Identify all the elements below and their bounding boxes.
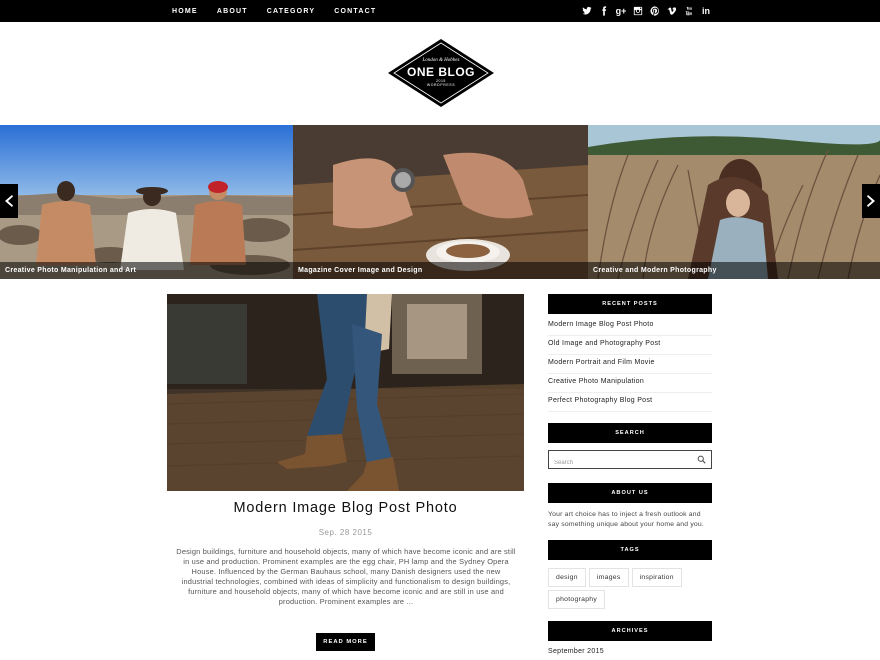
logo-title: ONE BLOG [406, 65, 475, 79]
logo-subtitle: WORDPRESS [426, 83, 456, 87]
recent-post-link[interactable]: Modern Portrait and Film Movie [548, 355, 712, 374]
nav-contact[interactable]: CONTACT [334, 8, 376, 15]
read-more-button[interactable]: READ MORE [316, 633, 375, 651]
slide-1[interactable]: Creative Photo Manipulation and Art [0, 125, 293, 279]
slider-prev-button[interactable] [0, 184, 18, 218]
recent-post-link[interactable]: Perfect Photography Blog Post [548, 393, 712, 412]
post-title[interactable]: Modern Image Blog Post Photo [167, 500, 524, 516]
recent-posts-list: Modern Image Blog Post Photo Old Image a… [548, 317, 712, 412]
slider-next-button[interactable] [862, 184, 880, 218]
tag-design[interactable]: design [548, 568, 586, 587]
search-icon[interactable] [697, 455, 706, 464]
tag-cloud: design images inspiration photography [548, 568, 712, 612]
recent-posts-heading: RECENT POSTS [548, 294, 712, 314]
recent-post-link[interactable]: Creative Photo Manipulation [548, 374, 712, 393]
social-links: g+ in [578, 0, 714, 22]
google-plus-icon[interactable]: g+ [613, 3, 629, 19]
twitter-icon[interactable] [579, 3, 595, 19]
slide-3-image [588, 125, 880, 279]
about-heading: ABOUT US [548, 483, 712, 503]
post-date: Sep. 28 2015 [318, 528, 373, 537]
slide-3[interactable]: Creative and Modern Photography [588, 125, 880, 279]
post-photo [167, 294, 524, 491]
chevron-right-icon [867, 195, 875, 207]
search-input[interactable] [549, 454, 689, 472]
archives-heading: ARCHIVES [548, 621, 712, 641]
slide-1-image [0, 125, 293, 279]
post-excerpt: Design buildings, furniture and househol… [176, 547, 516, 607]
nav-home[interactable]: HOME [172, 8, 198, 15]
about-text: Your art choice has to inject a fresh ou… [548, 511, 704, 528]
vimeo-icon[interactable] [664, 3, 680, 19]
slide-2-caption[interactable]: Magazine Cover Image and Design [293, 262, 588, 279]
slide-2[interactable]: Magazine Cover Image and Design [293, 125, 588, 279]
slide-2-image [293, 125, 588, 279]
tag-images[interactable]: images [588, 568, 629, 587]
main-nav: HOME ABOUT CATEGORY CONTACT [172, 0, 395, 22]
tag-photography[interactable]: photography [548, 590, 606, 609]
search-heading: SEARCH [548, 423, 712, 443]
post-featured-image[interactable] [167, 294, 524, 491]
archive-link[interactable]: September 2015 [548, 648, 604, 655]
slide-3-caption[interactable]: Creative and Modern Photography [588, 262, 880, 279]
chevron-left-icon [5, 195, 13, 207]
linkedin-icon[interactable]: in [698, 3, 714, 19]
recent-post-link[interactable]: Modern Image Blog Post Photo [548, 317, 712, 336]
search-form [548, 450, 712, 472]
facebook-icon[interactable] [596, 3, 612, 19]
pinterest-icon[interactable] [647, 3, 663, 19]
youtube-icon[interactable] [681, 3, 697, 19]
recent-post-link[interactable]: Old Image and Photography Post [548, 336, 712, 355]
site-logo[interactable]: London & Hobbes ONE BLOG 2015 WORDPRESS [387, 38, 495, 108]
featured-slider: Creative Photo Manipulation and Art Maga… [0, 125, 880, 279]
instagram-icon[interactable] [630, 3, 646, 19]
slide-1-caption[interactable]: Creative Photo Manipulation and Art [0, 262, 293, 279]
tag-inspiration[interactable]: inspiration [631, 568, 682, 587]
nav-about[interactable]: ABOUT [217, 8, 248, 15]
top-bar: HOME ABOUT CATEGORY CONTACT g+ in [0, 0, 880, 22]
tags-heading: TAGS [548, 540, 712, 560]
nav-category[interactable]: CATEGORY [267, 8, 316, 15]
logo-tagline: London & Hobbes [422, 58, 460, 63]
